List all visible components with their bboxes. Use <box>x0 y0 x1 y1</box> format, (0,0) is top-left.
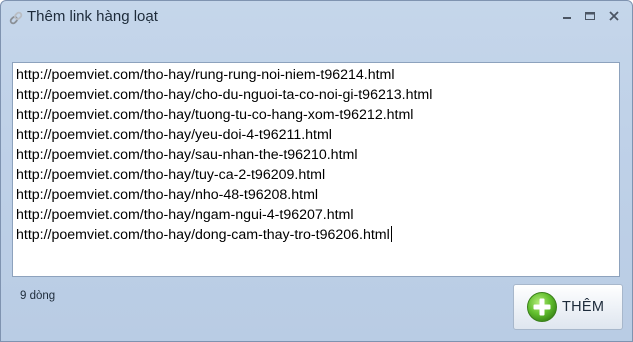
text-line: http://poemviet.com/tho-hay/rung-rung-no… <box>16 67 395 83</box>
text-line: http://poemviet.com/tho-hay/tuy-ca-2-t96… <box>16 167 326 183</box>
add-button[interactable]: THÊM <box>513 284 623 330</box>
text-line: http://poemviet.com/tho-hay/dong-cam-tha… <box>16 226 392 243</box>
text-line: http://poemviet.com/tho-hay/ngam-ngui-4-… <box>16 207 354 223</box>
text-caret <box>390 226 392 242</box>
minimize-icon[interactable] <box>559 9 575 23</box>
add-links-dialog: Thêm link hàng loạt http://poemviet.com/… <box>0 0 633 342</box>
add-button-label: THÊM <box>562 299 605 315</box>
text-line: http://poemviet.com/tho-hay/yeu-doi-4-t9… <box>16 127 332 143</box>
text-line: http://poemviet.com/tho-hay/cho-du-nguoi… <box>16 87 433 103</box>
line-count-label: 9 dòng <box>20 290 56 302</box>
text-line: http://poemviet.com/tho-hay/tuong-tu-co-… <box>16 107 414 123</box>
text-line: http://poemviet.com/tho-hay/sau-nhan-the… <box>16 147 358 163</box>
maximize-icon[interactable] <box>582 9 598 23</box>
link-icon <box>9 11 23 25</box>
links-textarea[interactable]: http://poemviet.com/tho-hay/rung-rung-no… <box>12 62 620 277</box>
title-bar[interactable]: Thêm link hàng loạt <box>1 1 632 33</box>
window-title: Thêm link hàng loạt <box>27 8 158 25</box>
plus-circle-icon <box>527 292 557 322</box>
close-icon[interactable] <box>606 9 622 23</box>
text-line: http://poemviet.com/tho-hay/nho-48-t9620… <box>16 187 319 203</box>
